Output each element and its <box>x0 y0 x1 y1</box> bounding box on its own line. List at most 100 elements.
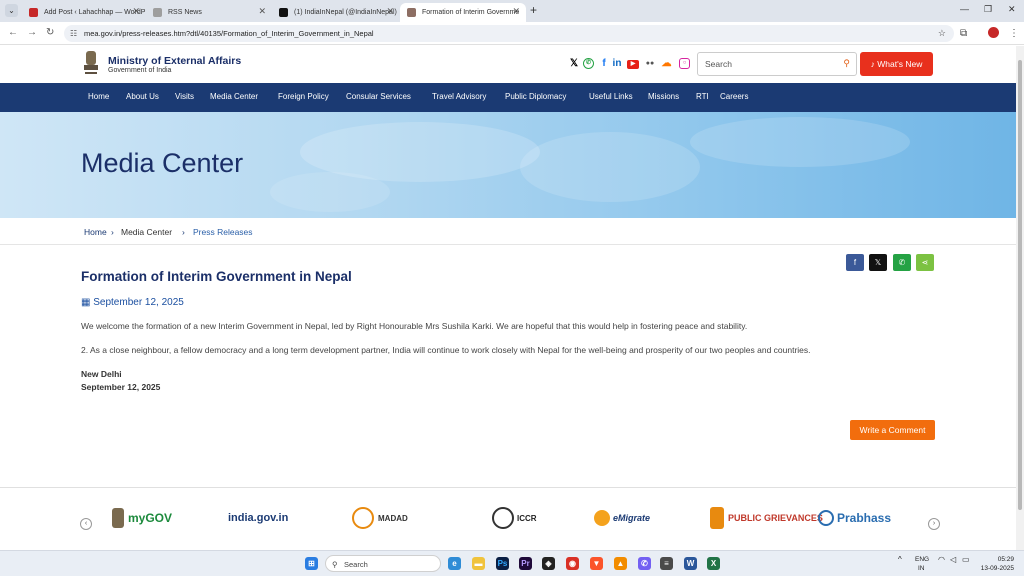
calendar-icon: ▦ <box>81 297 91 308</box>
mygov-logo[interactable]: myGOV <box>112 502 172 534</box>
breadcrumb: Home › Media Center › Press Releases <box>0 218 1016 245</box>
word-icon[interactable]: W <box>684 557 697 570</box>
rss-favicon-icon <box>153 8 162 17</box>
article-paragraph-1: We welcome the formation of a new Interi… <box>81 321 748 331</box>
nav-media-center[interactable]: Media Center <box>210 92 258 101</box>
india-gov-logo[interactable]: india.gov.in <box>228 502 288 534</box>
bookmark-star-icon[interactable]: ☆ <box>938 25 946 42</box>
prabhass-logo[interactable]: Prabhass <box>818 502 891 534</box>
scrollbar-thumb[interactable] <box>1018 60 1022 510</box>
madad-logo[interactable]: MADAD <box>352 502 408 534</box>
edge-icon[interactable]: e <box>448 557 461 570</box>
page-scrollbar[interactable] <box>1016 46 1024 550</box>
breadcrumb-home[interactable]: Home <box>84 227 107 237</box>
nav-travel-advisory[interactable]: Travel Advisory <box>432 92 486 101</box>
soundcloud-icon[interactable]: ☁ <box>659 58 674 70</box>
breadcrumb-separator: › <box>111 227 114 237</box>
nav-home[interactable]: Home <box>88 92 109 101</box>
tray-chevron-icon[interactable]: ^ <box>898 555 902 564</box>
search-icon[interactable]: ⚲ <box>843 58 850 69</box>
forward-icon[interactable]: → <box>27 27 37 38</box>
nav-about-us[interactable]: About Us <box>126 92 159 101</box>
restore-icon[interactable]: ❐ <box>984 4 992 15</box>
excel-icon[interactable]: X <box>707 557 720 570</box>
start-menu-icon[interactable]: ⊞ <box>305 557 318 570</box>
iccr-logo[interactable]: ICCR <box>492 502 537 534</box>
volume-icon[interactable]: ◁ <box>950 555 956 564</box>
emblem-small-icon <box>112 508 124 528</box>
nav-visits[interactable]: Visits <box>175 92 194 101</box>
notepad-icon[interactable]: ≡ <box>660 557 673 570</box>
carousel-next-icon[interactable]: › <box>928 518 940 530</box>
reload-icon[interactable]: ↻ <box>46 27 54 38</box>
carousel-prev-icon[interactable]: ‹ <box>80 518 92 530</box>
banner-title: Media Center <box>81 148 244 178</box>
whats-new-button[interactable]: ♪ What's New <box>860 52 933 76</box>
url-field[interactable]: ☷ mea.gov.in/press-releases.htm?dtl/4013… <box>64 25 954 42</box>
nav-foreign-policy[interactable]: Foreign Policy <box>278 92 329 101</box>
x-icon[interactable]: 𝕏 <box>568 58 580 70</box>
nav-public-diplomacy[interactable]: Public Diplomacy <box>505 92 566 101</box>
premiere-icon[interactable]: Pr <box>519 557 532 570</box>
flickr-icon[interactable]: ●● <box>644 58 656 70</box>
site-info-icon[interactable]: ☷ <box>70 25 77 42</box>
share-whatsapp-icon[interactable]: ✆ <box>893 254 911 271</box>
tab-india-in-nepal[interactable]: (1) IndiaInNepal (@IndiaInNepal) ✕ <box>272 3 400 22</box>
battery-icon[interactable]: ▭ <box>962 555 970 564</box>
bell-icon: ♪ <box>870 59 875 69</box>
address-bar-row: ← → ↻ ☷ mea.gov.in/press-releases.htm?dt… <box>0 22 1024 45</box>
tab-title: Formation of Interim Governme <box>422 9 520 16</box>
whats-new-label: What's New <box>877 59 923 69</box>
breadcrumb-media-center[interactable]: Media Center <box>121 227 172 237</box>
close-tab-icon[interactable]: ✕ <box>258 6 266 17</box>
tab-add-post[interactable]: Add Post ‹ Lahachhap — WordP ✕ <box>22 3 146 22</box>
webpage: Ministry of External Affairs Government … <box>0 46 1016 550</box>
menu-dots-icon[interactable]: ⋮ <box>1009 28 1019 39</box>
brave-icon[interactable]: ▼ <box>590 557 603 570</box>
back-icon[interactable]: ← <box>8 27 18 38</box>
share-facebook-icon[interactable]: f <box>846 254 864 271</box>
youtube-icon[interactable]: ▶ <box>627 60 639 69</box>
close-tab-icon[interactable]: ✕ <box>132 6 140 17</box>
clock[interactable]: 05:29 13-09-2025 <box>978 556 1014 572</box>
article-place: New Delhi <box>81 369 122 379</box>
site-search-input[interactable]: Search ⚲ <box>697 52 857 76</box>
tab-formation-interim[interactable]: Formation of Interim Governme ✕ <box>400 3 526 22</box>
close-window-icon[interactable]: ✕ <box>1008 4 1016 15</box>
tab-search-icon[interactable]: ⌄ <box>5 4 18 17</box>
file-explorer-icon[interactable]: ▬ <box>472 557 485 570</box>
extensions-icon[interactable]: ⧉ <box>960 28 967 39</box>
new-tab-icon[interactable]: + <box>530 3 537 17</box>
write-comment-button[interactable]: Write a Comment <box>850 420 935 440</box>
wifi-icon[interactable]: ◠ <box>938 555 945 564</box>
facebook-icon[interactable]: f <box>598 58 610 70</box>
ministry-title[interactable]: Ministry of External Affairs <box>108 55 241 67</box>
nav-rti[interactable]: RTI <box>696 92 709 101</box>
viber-icon[interactable]: ✆ <box>638 557 651 570</box>
instagram-icon[interactable]: ○ <box>679 58 690 69</box>
davinci-icon[interactable]: ◈ <box>542 557 555 570</box>
nav-useful-links[interactable]: Useful Links <box>589 92 633 101</box>
share-x-icon[interactable]: 𝕏 <box>869 254 887 271</box>
tab-rss-news[interactable]: RSS News ✕ <box>146 3 272 22</box>
nav-missions[interactable]: Missions <box>648 92 679 101</box>
emigrate-icon <box>594 510 610 526</box>
chrome-icon[interactable]: ◉ <box>566 557 579 570</box>
profile-avatar-icon[interactable] <box>988 27 999 38</box>
nav-careers[interactable]: Careers <box>720 92 748 101</box>
language-indicator[interactable]: ENG IN <box>915 556 929 572</box>
whatsapp-icon[interactable]: ✆ <box>583 58 594 69</box>
emigrate-logo[interactable]: eMigrate <box>594 502 650 534</box>
url-text: mea.gov.in/press-releases.htm?dtl/40135/… <box>84 29 374 38</box>
linkedin-icon[interactable]: in <box>611 58 623 70</box>
vlc-icon[interactable]: ▲ <box>614 557 627 570</box>
article-date-text: September 12, 2025 <box>93 297 184 308</box>
photoshop-icon[interactable]: Ps <box>496 557 509 570</box>
close-tab-icon[interactable]: ✕ <box>386 6 394 17</box>
minimize-icon[interactable]: — <box>960 4 969 14</box>
close-tab-icon[interactable]: ✕ <box>512 6 520 17</box>
share-generic-icon[interactable]: ⋖ <box>916 254 934 271</box>
nav-consular-services[interactable]: Consular Services <box>346 92 411 101</box>
public-grievances-logo[interactable]: PUBLIC GRIEVANCES <box>710 502 823 534</box>
taskbar-search-input[interactable]: ⚲ Search <box>325 555 441 572</box>
